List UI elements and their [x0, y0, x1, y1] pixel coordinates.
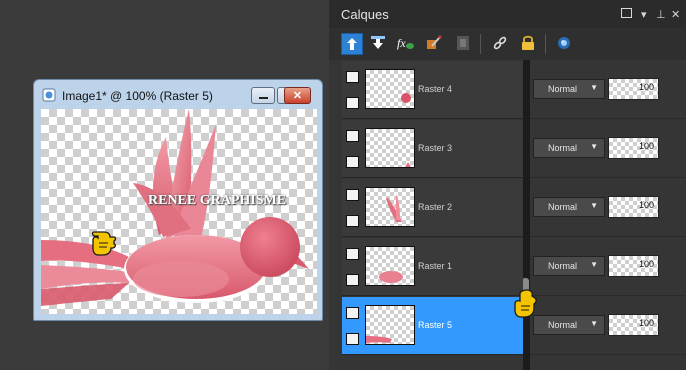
blend-mode-select[interactable]: Normal ▼: [533, 197, 605, 217]
mask-button[interactable]: [453, 33, 473, 53]
layer-thumbnail: [365, 305, 415, 345]
move-layer-down-icon: [371, 36, 385, 49]
visibility-icon: [558, 37, 570, 49]
lock-button[interactable]: [518, 33, 538, 53]
opacity-field[interactable]: 100: [608, 137, 659, 159]
blend-mode-label: Normal: [548, 84, 578, 94]
image-window-title: Image1* @ 100% (Raster 5): [62, 89, 213, 103]
row-divider: [530, 118, 686, 119]
visibility-eye-icon[interactable]: [346, 97, 359, 109]
dropdown-icon[interactable]: ▾: [641, 8, 647, 21]
layer-group-icon[interactable]: [346, 189, 359, 201]
opacity-value: 100: [638, 82, 654, 92]
blend-mode-label: Normal: [548, 202, 578, 212]
dropdown-arrow-icon: ▼: [590, 83, 598, 92]
hand-pointer-icon: [91, 231, 117, 256]
layer-effects-button[interactable]: fx: [396, 33, 416, 53]
opacity-field[interactable]: 100: [608, 78, 659, 100]
opacity-field[interactable]: 100: [608, 255, 659, 277]
blend-mode-label: Normal: [548, 143, 578, 153]
layer-row[interactable]: Raster 1: [342, 238, 523, 296]
opacity-field[interactable]: 100: [608, 196, 659, 218]
layer-row[interactable]: Raster 3: [342, 120, 523, 178]
move-layer-up-icon: [347, 38, 357, 50]
layer-thumbnail: [365, 69, 415, 109]
visibility-eye-icon[interactable]: [346, 156, 359, 168]
layer-scroll-bar[interactable]: [523, 60, 530, 370]
opacity-value: 100: [638, 259, 654, 269]
watermark-text: RENEE GRAPHISME: [148, 193, 287, 208]
close-icon: ✕: [292, 90, 303, 102]
window-icon[interactable]: [621, 8, 632, 18]
move-layer-down-button[interactable]: [368, 33, 388, 53]
blend-mode-label: Normal: [548, 320, 578, 330]
lock-icon: [522, 35, 534, 50]
hand-pointer-icon: [514, 289, 537, 318]
dropdown-arrow-icon: ▼: [590, 201, 598, 210]
blend-mode-label: Normal: [548, 261, 578, 271]
link-button[interactable]: [490, 33, 510, 53]
layer-row[interactable]: Raster 5: [342, 297, 523, 355]
move-layer-up-button[interactable]: [341, 33, 363, 55]
image-window[interactable]: Image1* @ 100% (Raster 5) ✕ RENEE GRAPHI…: [33, 79, 323, 321]
layer-effects-icon: fx: [397, 36, 414, 50]
blend-mode-select[interactable]: Normal ▼: [533, 79, 605, 99]
blend-mode-select[interactable]: Normal ▼: [533, 256, 605, 276]
brush-button[interactable]: [424, 33, 444, 53]
layer-group-icon[interactable]: [346, 248, 359, 260]
layers-panel: Calques ▾ ⊥ ✕ fx Raster 4 Normal ▼ 100 R…: [329, 0, 686, 370]
svg-text:fx: fx: [397, 36, 406, 50]
pin-icon[interactable]: ⊥: [656, 8, 666, 21]
layer-group-icon[interactable]: [346, 130, 359, 142]
layer-name: Raster 1: [418, 261, 453, 271]
minimize-icon: [258, 96, 268, 99]
brush-icon: [427, 35, 442, 49]
opacity-field[interactable]: 100: [608, 314, 659, 336]
blend-mode-select[interactable]: Normal ▼: [533, 138, 605, 158]
bird-artwork: [41, 109, 309, 306]
close-icon[interactable]: ✕: [671, 8, 680, 21]
layer-name: Raster 4: [418, 84, 453, 94]
opacity-value: 100: [638, 318, 654, 328]
opacity-value: 100: [638, 200, 654, 210]
layer-name: Raster 3: [418, 143, 453, 153]
layer-row[interactable]: Raster 4: [342, 61, 523, 119]
layer-name: Raster 5: [418, 320, 453, 330]
layer-group-icon[interactable]: [346, 307, 359, 319]
visibility-eye-icon[interactable]: [346, 333, 359, 345]
blend-mode-select[interactable]: Normal ▼: [533, 315, 605, 335]
dropdown-arrow-icon: ▼: [590, 142, 598, 151]
app-icon: [42, 88, 56, 102]
image-window-close-button[interactable]: ✕: [284, 87, 311, 104]
layer-name: Raster 2: [418, 202, 453, 212]
panel-title: Calques: [341, 7, 389, 22]
mask-icon: [457, 36, 469, 50]
dropdown-arrow-icon: ▼: [590, 319, 598, 328]
dropdown-arrow-icon: ▼: [590, 260, 598, 269]
visibility-eye-icon[interactable]: [346, 274, 359, 286]
layer-thumbnail: [365, 187, 415, 227]
visibility-eye-icon[interactable]: [346, 215, 359, 227]
layer-group-icon[interactable]: [346, 71, 359, 83]
row-divider: [530, 177, 686, 178]
panel-header: Calques ▾ ⊥ ✕: [329, 0, 686, 28]
layer-thumbnail: [365, 246, 415, 286]
layer-thumbnail: [365, 128, 415, 168]
image-canvas[interactable]: RENEE GRAPHISME: [41, 109, 317, 314]
opacity-value: 100: [638, 141, 654, 151]
row-divider: [530, 354, 686, 355]
row-divider: [530, 236, 686, 237]
layers-toolbar: fx: [329, 28, 686, 60]
link-icon: [493, 36, 507, 50]
layer-row[interactable]: Raster 2: [342, 179, 523, 237]
minimize-button[interactable]: [251, 87, 275, 104]
row-divider: [530, 295, 686, 296]
visibility-button[interactable]: [554, 33, 574, 53]
